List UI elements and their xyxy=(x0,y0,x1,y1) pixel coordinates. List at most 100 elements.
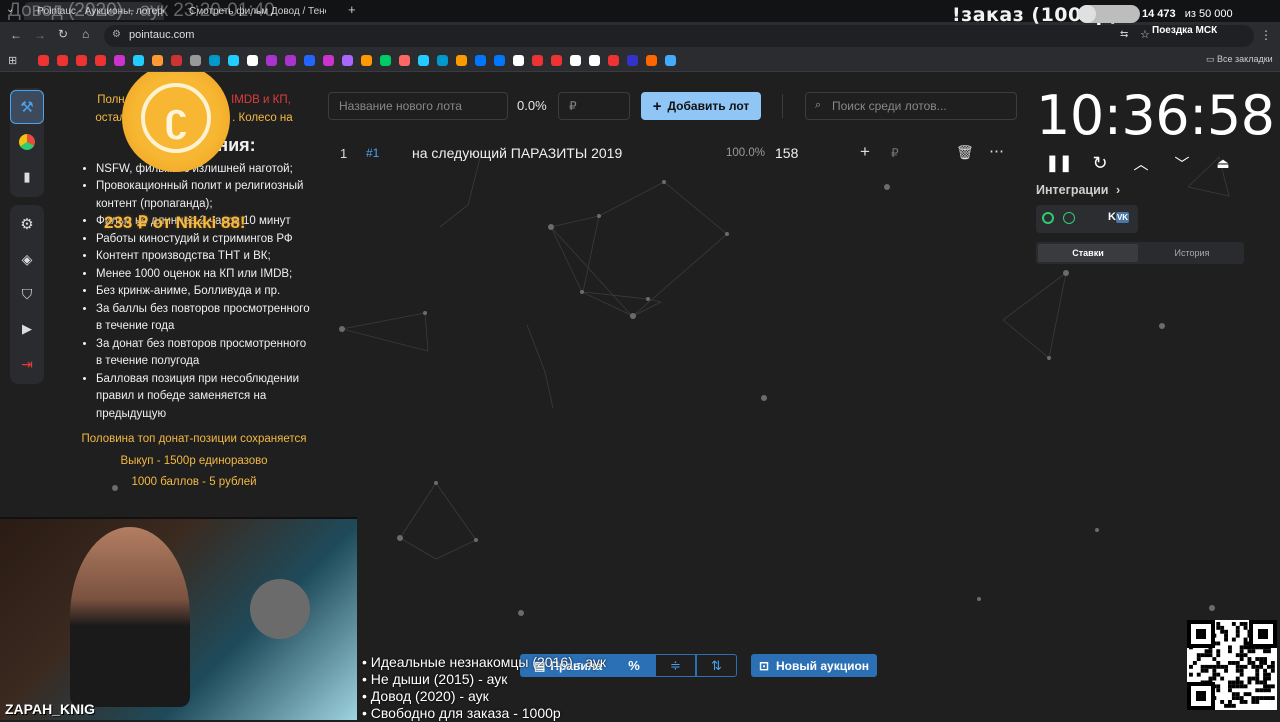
bookmark-favicon-icon[interactable] xyxy=(323,55,334,66)
bookmark-favicon-icon[interactable] xyxy=(475,55,486,66)
trash-icon[interactable]: 🗑 xyxy=(956,144,974,161)
da-status-icon[interactable] xyxy=(1063,212,1075,224)
bookmark-favicon-icon[interactable] xyxy=(513,55,524,66)
timer-down-button[interactable]: ﹀ xyxy=(1169,150,1195,176)
stream-title-overlay: Довод (2020) - аук 23:20-01:40 xyxy=(8,0,275,21)
streamer-figure xyxy=(70,527,190,707)
layers-icon: ◈ xyxy=(21,250,33,267)
bookmark-favicon-icon[interactable] xyxy=(57,55,68,66)
new-lot-percent: 0.0% xyxy=(517,98,547,113)
menu-icon[interactable]: ⋮ xyxy=(1260,28,1272,42)
bets-history-tabs: Ставки История xyxy=(1036,242,1244,264)
chevron-right-icon: › xyxy=(1115,183,1121,197)
apps-grid-icon[interactable]: ⊞ xyxy=(8,54,17,67)
bookmark-favicon-icon[interactable] xyxy=(95,55,106,66)
bookmark-favicon-icon[interactable] xyxy=(114,55,125,66)
nav-wheel[interactable] xyxy=(10,125,44,159)
bookmark-favicon-icon[interactable] xyxy=(589,55,600,66)
lot-add-amount-button[interactable]: + xyxy=(860,142,870,162)
new-auction-button[interactable]: ⊡ Новый аукцион xyxy=(751,654,877,677)
donation-progress-text: 14 473 из 50 000 xyxy=(1142,8,1233,20)
rules-intro-b: IMDB и КП, xyxy=(231,94,291,106)
rules-item: Менее 1000 оценок на КП или IMDB; xyxy=(96,266,310,284)
bookmark-favicon-icon[interactable] xyxy=(418,55,429,66)
home-icon[interactable]: ⌂ xyxy=(82,27,89,41)
bookmark-favicon-icon[interactable] xyxy=(171,55,182,66)
bookmark-favicon-icon[interactable] xyxy=(209,55,220,66)
rules-item: Без кринж-аниме, Болливуда и пр. xyxy=(96,283,310,301)
bookmark-favicon-icon[interactable] xyxy=(608,55,619,66)
timer-up-button[interactable]: ︿ xyxy=(1128,150,1154,176)
address-bar[interactable]: ⚙ pointauc.com xyxy=(104,25,1254,47)
nav-logout[interactable]: ⇥ xyxy=(10,347,44,381)
bookmark-favicon-icon[interactable] xyxy=(361,55,372,66)
nav-stats[interactable]: ▮ xyxy=(10,160,44,194)
more-icon[interactable]: ⋯ xyxy=(989,142,1004,160)
bookmark-favicon-icon[interactable] xyxy=(342,55,353,66)
bookmark-favicon-icon[interactable] xyxy=(152,55,163,66)
pause-button[interactable]: ❚❚ xyxy=(1046,150,1073,176)
percent-toggle-button[interactable]: % xyxy=(613,654,655,677)
integrations-toggle[interactable]: Интеграции › xyxy=(1036,183,1120,197)
bookmark-favicon-icon[interactable] xyxy=(304,55,315,66)
forward-icon[interactable]: → xyxy=(34,28,46,42)
sort-button[interactable]: ⇅ xyxy=(696,654,737,677)
nav-shield[interactable]: ⛉ xyxy=(10,277,44,311)
lot-index: 1 xyxy=(340,146,348,161)
translate-icon[interactable]: ⇆ xyxy=(1120,29,1128,40)
vk-integration-icon[interactable]: KVK xyxy=(1108,211,1130,223)
back-icon[interactable]: ← xyxy=(10,28,22,42)
bookmark-favicon-icon[interactable] xyxy=(646,55,657,66)
bookmark-favicon-icon[interactable] xyxy=(285,55,296,66)
lot-row[interactable]: 1 #1 на следующий ПАРАЗИТЫ 2019 100.0% 1… xyxy=(328,138,1018,168)
twitch-status-icon[interactable] xyxy=(1042,212,1054,224)
donation-progress-fill xyxy=(1078,5,1096,23)
reload-icon[interactable]: ↻ xyxy=(58,27,68,41)
new-lot-amount-input[interactable]: ₽ xyxy=(558,92,630,120)
all-bookmarks-link[interactable]: ▭ Все закладки xyxy=(1206,54,1273,65)
bookmark-favicon-icon[interactable] xyxy=(133,55,144,66)
bookmark-favicon-icon[interactable] xyxy=(665,55,676,66)
bookmark-favicon-icon[interactable] xyxy=(570,55,581,66)
bookmark-favicon-icon[interactable] xyxy=(627,55,638,66)
bar-chart-icon: ▮ xyxy=(23,169,31,184)
progress-current: 14 473 xyxy=(1142,8,1176,20)
lot-search-input[interactable]: ⌕ Поиск среди лотов... xyxy=(805,92,1017,120)
new-lot-input[interactable]: Название нового лота xyxy=(328,92,508,120)
add-lot-button[interactable]: + Добавить лот xyxy=(641,92,761,120)
timer-double-up-button[interactable]: ⏏ xyxy=(1210,150,1236,176)
bookmark-favicon-icon[interactable] xyxy=(38,55,49,66)
bookmark-favicon-icon[interactable] xyxy=(399,55,410,66)
compact-view-button[interactable]: ≑ xyxy=(655,654,696,677)
rules-item: Контент производства ТНТ и ВК; xyxy=(96,248,310,266)
bookmark-favicon-icon[interactable] xyxy=(551,55,562,66)
bookmark-favicon-icon[interactable] xyxy=(266,55,277,66)
integrations-label: Интеграции xyxy=(1036,183,1109,197)
bookmark-favicon-icon[interactable] xyxy=(380,55,391,66)
tab-bets[interactable]: Ставки xyxy=(1038,244,1138,262)
nav-layers[interactable]: ◈ xyxy=(10,242,44,276)
plus-icon: + xyxy=(652,97,662,115)
bookmark-favicon-icon[interactable] xyxy=(228,55,239,66)
chevron-down-icon: ﹀ xyxy=(1174,155,1190,173)
stream-ticker: • Идеальные незнакомцы (2016) - аук • Не… xyxy=(362,654,606,722)
rules-points-rate: 1000 баллов - 5 рублей xyxy=(131,476,257,488)
bookmark-favicon-icon[interactable] xyxy=(190,55,201,66)
profile-label[interactable]: Поездка МСК xyxy=(1152,25,1217,36)
bookmark-favicon-icon[interactable] xyxy=(532,55,543,66)
bookmark-favicon-icon[interactable] xyxy=(494,55,505,66)
star-icon[interactable]: ☆ xyxy=(1140,28,1150,41)
new-tab-button[interactable]: + xyxy=(348,2,356,17)
tab-history[interactable]: История xyxy=(1142,244,1242,262)
site-info-icon[interactable]: ⚙ xyxy=(112,29,121,40)
bookmark-favicon-icon[interactable] xyxy=(247,55,258,66)
integrations-panel: KVK xyxy=(1036,205,1138,233)
nav-settings[interactable]: ⚙ xyxy=(10,207,44,241)
nav-video[interactable]: ▶ xyxy=(10,312,44,346)
logout-icon: ⇥ xyxy=(21,355,33,372)
bookmark-favicon-icon[interactable] xyxy=(76,55,87,66)
bookmark-favicon-icon[interactable] xyxy=(437,55,448,66)
nav-auction[interactable]: ⚒ xyxy=(10,90,44,124)
bookmark-favicon-icon[interactable] xyxy=(456,55,467,66)
reset-timer-button[interactable]: ↻ xyxy=(1087,150,1113,176)
